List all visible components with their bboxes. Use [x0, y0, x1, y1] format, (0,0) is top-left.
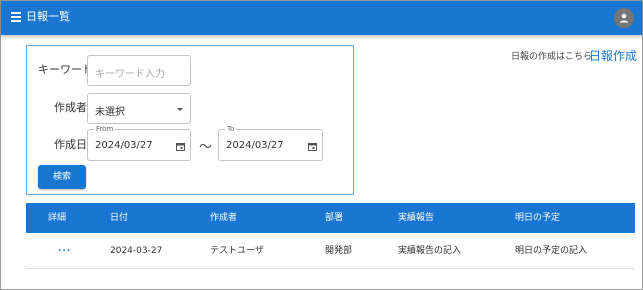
date-from-input[interactable]: From 2024/03/27	[87, 125, 191, 161]
row-date: 2024-03-27	[110, 246, 163, 256]
author-select[interactable]: 未選択	[87, 93, 191, 124]
table-row: ... 2024-03-27 テストユーザ 開発部 実績報告の記入 明日の予定の…	[26, 233, 635, 269]
menu-icon[interactable]	[11, 12, 21, 24]
from-label: From	[94, 125, 116, 134]
create-report-link[interactable]: 日報作成	[589, 48, 637, 64]
app-bar: 日報一覧	[1, 1, 642, 35]
row-department: 開発部	[325, 246, 353, 256]
detail-link[interactable]: ...	[58, 243, 71, 255]
row-report: 実績報告の記入	[398, 246, 462, 256]
column-header-author: 作成者	[210, 213, 238, 223]
author-select-value: 未選択	[95, 107, 125, 118]
calendar-icon[interactable]	[176, 142, 185, 151]
dropdown-arrow-icon	[177, 108, 183, 111]
account-icon[interactable]	[614, 8, 634, 28]
row-author: テストユーザ	[210, 246, 264, 256]
table-header: 詳細 日付 作成者 部署 実績報告 明日の予定	[26, 203, 635, 233]
column-header-date: 日付	[110, 213, 129, 223]
date-range-separator: 〜	[199, 140, 213, 155]
column-header-report: 実績報告	[398, 213, 435, 223]
keyword-placeholder: キーワード入力	[95, 69, 165, 80]
create-note: 日報の作成はこちら	[511, 52, 593, 62]
page-title: 日報一覧	[26, 10, 70, 23]
search-panel: キーワード キーワード入力 作成者 未選択 作成日 From 2024/03/2…	[26, 45, 354, 195]
date-label: 作成日	[54, 138, 87, 151]
search-button[interactable]: 検索	[38, 165, 86, 189]
date-to-value: 2024/03/27	[226, 140, 284, 151]
date-to-input[interactable]: To 2024/03/27	[218, 125, 323, 161]
column-header-department: 部署	[325, 213, 344, 223]
keyword-label: キーワード	[38, 63, 93, 76]
calendar-icon[interactable]	[308, 142, 317, 151]
column-header-plan: 明日の予定	[515, 213, 561, 223]
author-label: 作成者	[54, 101, 87, 114]
row-plan: 明日の予定の記入	[515, 246, 588, 256]
keyword-input[interactable]: キーワード入力	[87, 55, 191, 86]
date-from-value: 2024/03/27	[95, 140, 153, 151]
to-label: To	[225, 125, 237, 134]
column-header-detail: 詳細	[48, 213, 67, 223]
